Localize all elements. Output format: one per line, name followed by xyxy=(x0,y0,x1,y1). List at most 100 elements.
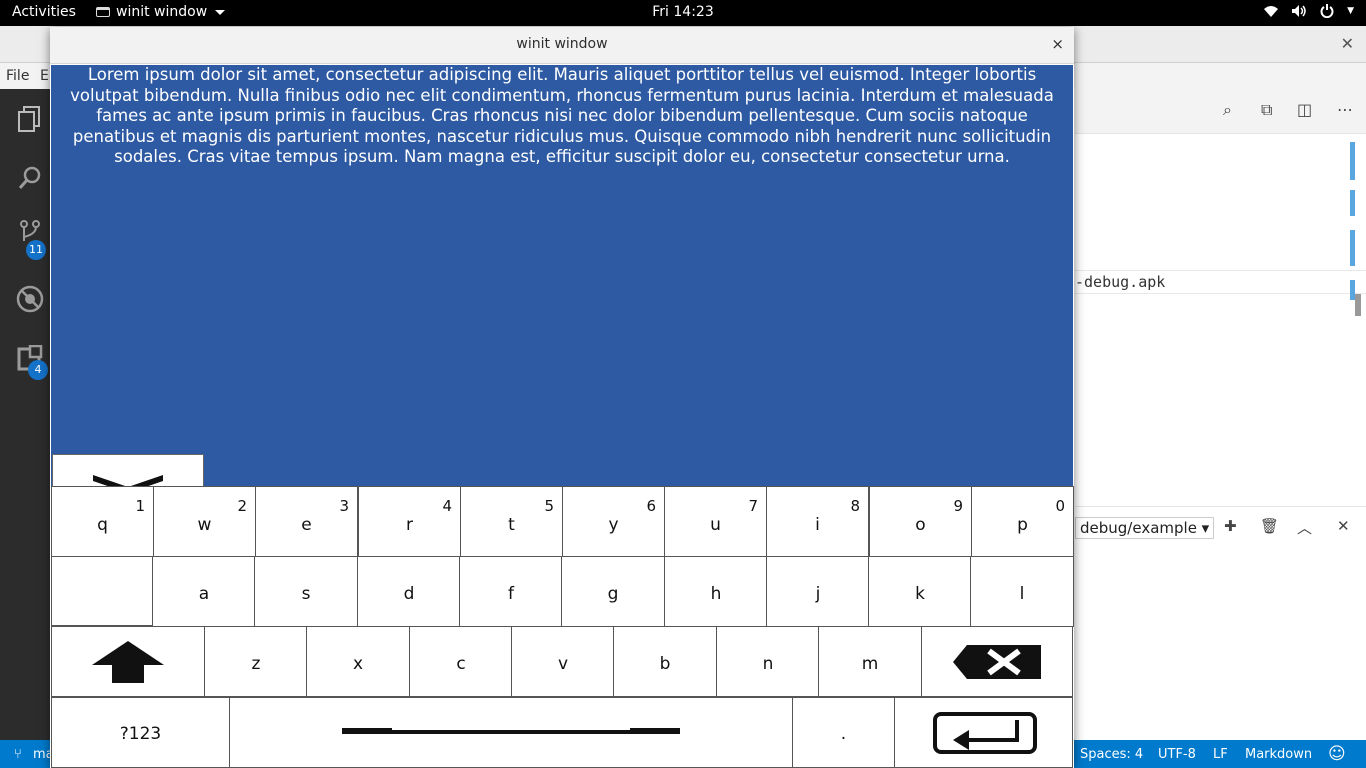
key-letter-label: p xyxy=(1017,515,1028,535)
debug-icon[interactable] xyxy=(15,285,45,315)
winit-titlebar[interactable]: winit window × xyxy=(50,27,1074,64)
key-letter-label: a xyxy=(198,584,210,604)
key-number-label: 9 xyxy=(953,497,963,515)
key-letter-label: i xyxy=(815,515,820,535)
preview-search-icon[interactable]: ⌕ xyxy=(1223,100,1232,120)
key-h[interactable]: h xyxy=(664,556,768,627)
app-menu[interactable]: winit window xyxy=(96,4,226,20)
menu-edit[interactable]: E xyxy=(40,68,49,84)
key-s[interactable]: s xyxy=(254,556,358,627)
key-blank[interactable] xyxy=(51,556,153,626)
trash-icon[interactable]: 🗑 xyxy=(1260,517,1279,535)
key-b[interactable]: b xyxy=(613,626,717,697)
period-key[interactable]: . xyxy=(792,697,895,768)
terminal-select[interactable]: debug/example ▾ xyxy=(1075,517,1215,539)
feedback-smiley-icon[interactable]: ☺ xyxy=(1328,744,1346,764)
key-number-label: 4 xyxy=(442,497,452,515)
key-u[interactable]: 7u xyxy=(664,486,767,557)
key-c[interactable]: c xyxy=(409,626,513,697)
close-icon[interactable]: ✕ xyxy=(1337,517,1350,535)
gnome-top-bar: Activities winit window Fri 14:23 ▼ xyxy=(0,0,1366,26)
power-icon xyxy=(1320,4,1334,18)
key-letter-label: g xyxy=(607,584,619,604)
key-q[interactable]: 1q xyxy=(51,486,154,557)
key-v[interactable]: v xyxy=(511,626,615,697)
key-letter-label: v xyxy=(557,654,569,674)
split-editor-icon[interactable]: ◫ xyxy=(1297,100,1312,119)
status-spaces[interactable]: Spaces: 4 xyxy=(1080,747,1143,762)
shift-key[interactable] xyxy=(51,626,205,697)
key-p[interactable]: 0p xyxy=(971,486,1074,557)
shift-arrow-icon xyxy=(92,641,164,683)
close-icon[interactable]: × xyxy=(1051,35,1064,53)
key-f[interactable]: f xyxy=(459,556,563,627)
key-letter-label: l xyxy=(1019,584,1025,604)
caret-down-icon xyxy=(215,9,226,15)
key-r[interactable]: 4r xyxy=(358,486,461,557)
key-x[interactable]: x xyxy=(306,626,410,697)
more-actions-icon[interactable]: ⋯ xyxy=(1337,100,1353,119)
key-o[interactable]: 9o xyxy=(869,486,972,557)
key-d[interactable]: d xyxy=(357,556,461,627)
period-key-label: . xyxy=(840,724,847,744)
key-letter-label: o xyxy=(915,515,926,535)
scrollbar-marker xyxy=(1350,230,1355,266)
space-key[interactable] xyxy=(229,697,793,768)
key-number-label: 1 xyxy=(135,497,145,515)
status-language[interactable]: Markdown xyxy=(1245,747,1312,762)
backspace-key[interactable] xyxy=(920,626,1073,697)
extensions-badge: 4 xyxy=(28,360,48,380)
key-letter-label: u xyxy=(710,515,721,535)
scrollbar-thumb[interactable] xyxy=(1355,294,1361,316)
menu-file[interactable]: File xyxy=(6,68,29,84)
key-e[interactable]: 3e xyxy=(255,486,358,557)
status-eol[interactable]: LF xyxy=(1213,747,1228,762)
open-preview-icon[interactable]: ⧉ xyxy=(1261,100,1272,120)
editor-current-line[interactable]: -debug.apk xyxy=(1075,270,1366,294)
key-number-label: 7 xyxy=(748,497,758,515)
window-icon xyxy=(96,7,110,17)
status-encoding[interactable]: UTF-8 xyxy=(1158,747,1196,762)
chevron-up-icon[interactable]: ︿ xyxy=(1297,517,1312,538)
key-letter-label: x xyxy=(352,654,364,674)
key-letter-label: t xyxy=(508,515,515,535)
key-t[interactable]: 5t xyxy=(460,486,563,557)
editor-line-text: -debug.apk xyxy=(1075,273,1166,291)
source-control-badge: 11 xyxy=(26,240,46,260)
editor-toolbar: ⌕ ⧉ ◫ ⋯ xyxy=(1075,89,1366,134)
key-number-label: 0 xyxy=(1055,497,1065,515)
wifi-icon xyxy=(1264,6,1279,17)
key-letter-label: h xyxy=(710,584,722,604)
winit-content: Lorem ipsum dolor sit amet, consectetur … xyxy=(51,65,1073,523)
winit-window: winit window × Lorem ipsum dolor sit ame… xyxy=(50,27,1074,768)
key-a[interactable]: a xyxy=(152,556,256,627)
key-w[interactable]: 2w xyxy=(153,486,256,557)
key-y[interactable]: 6y xyxy=(562,486,665,557)
symbols-key[interactable]: ?123 xyxy=(51,697,230,768)
files-icon[interactable] xyxy=(15,105,45,135)
key-m[interactable]: m xyxy=(818,626,922,697)
key-j[interactable]: j xyxy=(766,556,870,627)
key-z[interactable]: z xyxy=(204,626,308,697)
enter-key[interactable] xyxy=(894,697,1073,768)
key-k[interactable]: k xyxy=(868,556,972,627)
key-letter-label: n xyxy=(762,654,774,674)
app-menu-label: winit window xyxy=(116,4,208,20)
symbols-key-label: ?123 xyxy=(119,724,162,744)
window-title: winit window xyxy=(516,36,608,52)
key-letter-label: s xyxy=(301,584,311,604)
key-letter-label: y xyxy=(608,515,619,535)
activities-button[interactable]: Activities xyxy=(12,4,76,20)
key-l[interactable]: l xyxy=(970,556,1074,627)
close-icon[interactable]: ✕ xyxy=(1341,34,1354,53)
key-g[interactable]: g xyxy=(561,556,665,627)
plus-icon[interactable]: ✚ xyxy=(1224,517,1237,535)
key-letter-label: d xyxy=(403,584,415,604)
scrollbar-marker xyxy=(1350,190,1355,216)
key-i[interactable]: 8i xyxy=(766,486,869,557)
branch-icon[interactable]: ⑂ xyxy=(14,747,22,762)
key-number-label: 5 xyxy=(544,497,554,515)
key-n[interactable]: n xyxy=(716,626,820,697)
search-icon[interactable] xyxy=(15,165,45,195)
system-tray[interactable]: ▼ xyxy=(1263,4,1354,18)
